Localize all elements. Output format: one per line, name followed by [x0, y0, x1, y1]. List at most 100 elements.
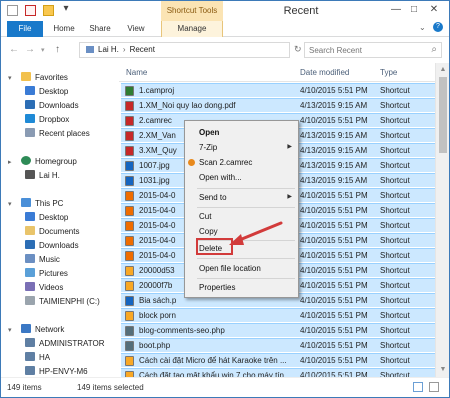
file-type: Shortcut [380, 356, 410, 365]
tab-manage[interactable]: Manage [161, 21, 223, 37]
column-header-name[interactable]: Name [126, 65, 147, 81]
recent-locations-icon[interactable]: ▾ [41, 46, 45, 54]
address-bar[interactable]: Lai H. › Recent [79, 42, 290, 58]
contextual-tab-shortcut-tools: Shortcut Tools [161, 1, 223, 21]
file-name: 2015-04-0 [139, 236, 176, 245]
nav-item-recent-places[interactable]: Recent places [25, 127, 90, 141]
tab-view[interactable]: View [121, 21, 151, 37]
file-name: blog-comments-seo.php [139, 326, 225, 335]
file-type: Shortcut [380, 341, 410, 350]
collapse-arrow-icon[interactable]: ▾ [8, 74, 12, 82]
nav-item-this-pc[interactable]: This PC [21, 197, 63, 211]
network-computer-icon [25, 366, 35, 375]
nav-item-music[interactable]: Music [25, 253, 60, 267]
file-date-modified: 4/10/2015 5:51 PM [300, 251, 368, 260]
nav-item-pictures[interactable]: Pictures [25, 267, 68, 281]
file-name: 2015-04-0 [139, 251, 176, 260]
tab-file[interactable]: File [7, 21, 43, 37]
breadcrumb-segment[interactable]: Lai H. [98, 45, 119, 54]
file-row[interactable]: 1.camproj 4/10/2015 5:51 PM Shortcut [121, 83, 435, 97]
search-box[interactable]: ⌕ [304, 42, 442, 58]
search-icon[interactable]: ⌕ [431, 44, 437, 55]
up-icon[interactable]: ↑ [55, 44, 60, 55]
nav-item-downloads[interactable]: Downloads [25, 99, 79, 113]
column-header-type[interactable]: Type [380, 65, 397, 81]
file-type: Shortcut [380, 101, 410, 110]
details-view-icon[interactable] [413, 382, 423, 392]
status-item-count: 149 items [7, 383, 42, 392]
menu-item-7zip[interactable]: 7-Zip ▶ [185, 140, 298, 155]
quick-access-dropdown-icon[interactable]: ▾ [59, 3, 73, 15]
pdf-icon [125, 131, 134, 141]
file-row[interactable]: Cách cài đặt Micro để hát Karaoke trên .… [121, 353, 435, 367]
nav-item-pc-desktop[interactable]: Desktop [25, 211, 68, 225]
dropbox-icon [25, 114, 35, 123]
file-row[interactable]: block porn 4/10/2015 5:51 PM Shortcut [121, 308, 435, 322]
folder-icon [125, 266, 134, 276]
maximize-button[interactable]: □ [407, 4, 421, 16]
tab-home[interactable]: Home [49, 21, 79, 37]
collapse-arrow-icon[interactable]: ▾ [8, 326, 12, 334]
help-icon[interactable]: ? [433, 22, 443, 32]
menu-item-scan[interactable]: Scan 2.camrec [185, 155, 298, 170]
column-header-date[interactable]: Date modified [300, 65, 349, 81]
minimize-button[interactable]: — [389, 4, 403, 16]
nav-item-network[interactable]: Network [21, 323, 64, 337]
menu-item-open-with[interactable]: Open with... [185, 170, 298, 185]
tab-share[interactable]: Share [85, 21, 115, 37]
expand-ribbon-icon[interactable]: ⌄ [419, 23, 426, 32]
nav-item-documents[interactable]: Documents [25, 225, 79, 239]
large-icons-view-icon[interactable] [429, 382, 439, 392]
file-date-modified: 4/10/2015 5:51 PM [300, 311, 368, 320]
file-row[interactable]: blog-comments-seo.php 4/10/2015 5:51 PM Sh… [121, 323, 435, 337]
search-input[interactable] [309, 44, 421, 56]
nav-item-drive-c[interactable]: TAIMIENPHI (C:) [25, 295, 100, 309]
nav-item-user[interactable]: Lai H. [25, 169, 60, 183]
nav-item-network-computer[interactable]: ADMINISTRATOR [25, 337, 104, 351]
menu-item-properties[interactable]: Properties [185, 280, 298, 295]
menu-item-send-to[interactable]: Send to ▶ [185, 190, 298, 205]
file-name: 2015-04-0 [139, 206, 176, 215]
back-icon[interactable]: ← [9, 44, 19, 55]
pdf-icon [125, 101, 134, 111]
collapse-arrow-icon[interactable]: ▾ [8, 200, 12, 208]
file-date-modified: 4/10/2015 5:51 PM [300, 191, 368, 200]
nav-item-dropbox[interactable]: Dropbox [25, 113, 69, 127]
forward-icon[interactable]: → [25, 44, 35, 55]
ribbon-tab-strip: File Home Share View Manage ⌄ ? [1, 21, 449, 37]
refresh-icon[interactable]: ↻ [294, 44, 302, 55]
file-date-modified: 4/10/2015 5:51 PM [300, 296, 368, 305]
file-type: Shortcut [380, 326, 410, 335]
nav-item-desktop[interactable]: Desktop [25, 85, 68, 99]
file-date-modified: 4/10/2015 5:51 PM [300, 236, 368, 245]
file-date-modified: 4/13/2015 9:15 AM [300, 146, 368, 155]
address-bar-row: ← → ▾ ↑ Lai H.› Recent ↻ ⌕ [1, 38, 449, 62]
pdf-icon [125, 146, 134, 156]
file-type: Shortcut [380, 131, 410, 140]
scroll-up-icon[interactable]: ▲ [438, 65, 448, 75]
star-icon [21, 72, 31, 81]
menu-separator [197, 188, 295, 189]
vertical-scrollbar[interactable]: ▲ ▼ [435, 63, 449, 377]
nav-item-favorites[interactable]: Favorites [21, 71, 68, 85]
file-date-modified: 4/13/2015 9:15 AM [300, 131, 368, 140]
scroll-down-icon[interactable]: ▼ [438, 365, 448, 375]
file-name: Bia sách.p [139, 296, 177, 305]
close-button[interactable]: ✕ [427, 4, 441, 16]
menu-item-open-file-location[interactable]: Open file location [185, 261, 298, 276]
new-folder-icon[interactable] [43, 5, 54, 16]
breadcrumb-segment[interactable]: Recent [130, 45, 155, 54]
file-type: Shortcut [380, 176, 410, 185]
undo-icon[interactable] [25, 5, 36, 16]
nav-item-homegroup[interactable]: Homegroup [21, 155, 77, 169]
scroll-thumb[interactable] [439, 77, 447, 153]
music-icon [25, 254, 35, 263]
nav-item-network-computer[interactable]: HA [25, 351, 50, 365]
file-row[interactable]: 1.XM_Noi quy lao dong.pdf 4/13/2015 9:15 … [121, 98, 435, 112]
expand-arrow-icon[interactable]: ▸ [8, 158, 12, 166]
properties-icon[interactable] [7, 5, 18, 16]
file-row[interactable]: boot.php 4/10/2015 5:51 PM Shortcut [121, 338, 435, 352]
menu-item-open[interactable]: Open [185, 125, 298, 140]
nav-item-pc-downloads[interactable]: Downloads [25, 239, 79, 253]
nav-item-videos[interactable]: Videos [25, 281, 63, 295]
